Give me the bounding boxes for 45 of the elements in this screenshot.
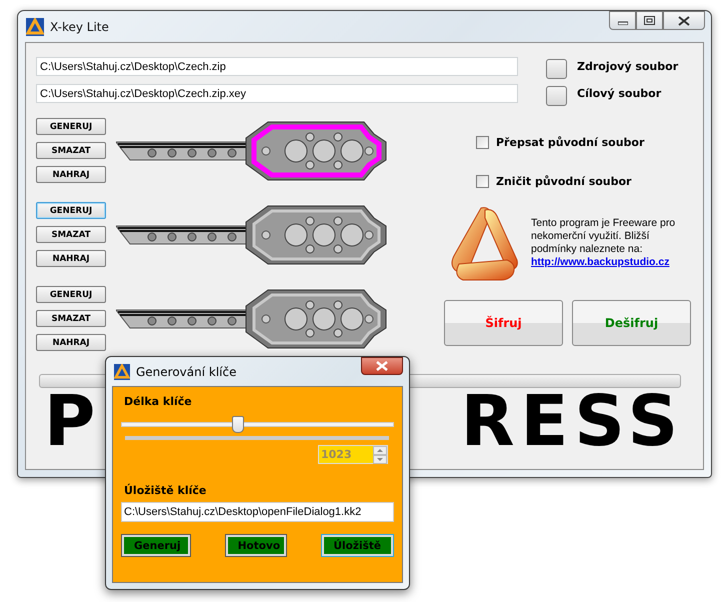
- maximize-button[interactable]: [636, 11, 663, 30]
- app-logo-icon: [114, 364, 130, 380]
- dialog-button[interactable]: Hotovo: [226, 535, 286, 556]
- checkbox-label: Zničit původní soubor: [496, 174, 632, 188]
- dialog-button[interactable]: Generuj: [122, 535, 190, 556]
- file-path-field[interactable]: C:\Users\Stahuj.cz\Desktop\Czech.zip: [36, 57, 518, 76]
- app-logo-icon: [26, 18, 44, 36]
- action-button[interactable]: Šifruj: [444, 300, 563, 346]
- key-action-button[interactable]: NAHRAJ: [36, 334, 106, 351]
- banner-text: P: [44, 390, 102, 452]
- close-button[interactable]: [663, 11, 705, 30]
- browse-button[interactable]: [546, 58, 567, 78]
- key-action-button[interactable]: SMAZAT: [36, 310, 106, 327]
- key-action-button[interactable]: NAHRAJ: [36, 166, 106, 183]
- key-action-button[interactable]: SMAZAT: [36, 142, 106, 159]
- file-path-field[interactable]: C:\Users\Stahuj.cz\Desktop\Czech.zip.xey: [36, 84, 518, 103]
- checkbox[interactable]: [476, 136, 489, 148]
- dialog-button[interactable]: Úložiště: [322, 535, 393, 556]
- info-text: Tento program je Freeware pro nekomerční využití. Bližší podmínky naleznete na: http://www.backupstudio.cz: [531, 217, 676, 269]
- key-action-button[interactable]: NAHRAJ: [36, 250, 106, 267]
- spin-arrows-icon: [373, 446, 387, 464]
- key-action-button[interactable]: GENERUJ: [36, 202, 106, 219]
- key-action-button[interactable]: GENERUJ: [36, 118, 106, 135]
- maximize-icon: [644, 16, 655, 25]
- action-button[interactable]: Dešifruj: [572, 300, 691, 346]
- window-title: X-key Lite: [50, 20, 109, 34]
- dialog-title: Generování klíče: [136, 364, 236, 378]
- file-label: Cílový soubor: [577, 87, 662, 100]
- storage-path-field[interactable]: C:\Users\Stahuj.cz\Desktop\openFileDialog1.kk2: [121, 502, 394, 522]
- close-icon: [376, 361, 388, 371]
- close-button[interactable]: [361, 357, 403, 375]
- minimize-button[interactable]: [609, 11, 636, 30]
- website-link[interactable]: http://www.backupstudio.cz: [531, 256, 670, 268]
- banner-text: RESS: [460, 390, 684, 452]
- checkbox-label: Přepsat původní soubor: [496, 136, 644, 148]
- close-icon: [678, 16, 690, 26]
- checkbox[interactable]: [476, 174, 489, 188]
- key-action-button[interactable]: SMAZAT: [36, 226, 106, 243]
- key-action-button[interactable]: GENERUJ: [36, 286, 106, 303]
- key-storage-label: Úložiště klíče: [124, 484, 208, 497]
- browse-button[interactable]: [546, 86, 567, 106]
- slider-thumb[interactable]: [232, 416, 244, 433]
- file-label: Zdrojový soubor: [577, 60, 678, 73]
- key-length-label: Délka klíče: [124, 395, 193, 408]
- key-length-slider[interactable]: [121, 416, 394, 430]
